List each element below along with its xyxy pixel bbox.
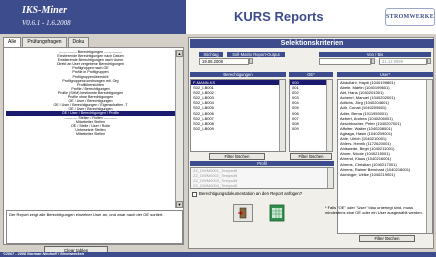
company-logo: STROMWERKE [385, 8, 435, 26]
app-version: V0.6.1 - 1.6.2008 [22, 19, 71, 27]
list-scrollbar[interactable] [279, 80, 285, 151]
filter-clear-button[interactable]: Filter löschen [359, 235, 415, 242]
stichtag-label: Stichtag [199, 52, 223, 57]
oe-label: OE* [289, 72, 333, 77]
app-name: IKS-Miner [22, 5, 68, 16]
profile-list[interactable]: ZZ_DWM0001_Testprofil ZZ_DWM0002_Testprof… [190, 167, 334, 189]
excel-icon [269, 204, 285, 222]
oe-list[interactable]: 000 001 002 003 004 005 006 007 008 009 [289, 79, 333, 152]
report-header: KURS Reports STROMWERKE [186, 0, 436, 34]
matrix-output-toggle[interactable]: Soll-Matrix Report-Output [227, 52, 285, 57]
doc-attach-checkbox[interactable] [192, 191, 197, 197]
report-list[interactable]: --------------- Berechtigungen ---------… [6, 50, 175, 208]
von-field[interactable] [319, 58, 371, 65]
doc-attach-label: Berechtigungsdokumentation an den Report… [199, 191, 303, 196]
report-description: Der Report zeigt alle Berechtigungen ein… [6, 210, 183, 244]
calendar-icon[interactable] [371, 58, 375, 64]
calendar-icon[interactable] [427, 58, 431, 64]
selection-criteria-panel: Selektionskriterien Stichtag Soll-Matrix… [188, 37, 434, 249]
profil-label: Profil [190, 161, 334, 166]
app-header: IKS-Miner V0.6.1 - 1.6.2008 [0, 0, 186, 34]
stichtag-field[interactable]: 19.08.2008 [199, 58, 249, 65]
report-selection-panel: --------------- Berechtigungen ---------… [3, 47, 184, 245]
report-list-item[interactable]: Mitarbeiter Stellen [6, 132, 175, 136]
section-title: Selektionskriterien [190, 39, 434, 48]
list-scrollbar[interactable] [327, 168, 333, 188]
filter-clear-button[interactable]: Filter löschen [290, 153, 332, 160]
tab-doku[interactable]: Doku [67, 37, 90, 47]
calendar-icon[interactable] [249, 58, 253, 64]
doc-attach-option[interactable]: Berechtigungsdokumentation an den Report… [192, 191, 302, 197]
page-title: KURS Reports [234, 9, 324, 24]
list-scrollbar[interactable] [326, 80, 332, 151]
berechtigungen-label: Berechtigungen [190, 72, 286, 77]
filter-clear-button[interactable]: Filter löschen [209, 153, 265, 160]
bis-field[interactable]: 31.12.9999 [379, 58, 427, 65]
user-item[interactable]: Aichinger, Ulrike (1040219001) [338, 172, 432, 177]
door-exit-icon [238, 207, 247, 219]
scroll-up-icon[interactable]: ▲ [176, 50, 183, 57]
report-list-scrollbar[interactable]: ▲ ▼ [175, 50, 183, 208]
von-bis-label: Von / Bis [319, 52, 431, 57]
berechtigung-item[interactable]: S02_LB009 [191, 126, 285, 131]
run-report-button[interactable] [233, 204, 253, 222]
copyright-footer: ©2007 - 2008 Norman Neuhoff / Stromwerke… [0, 252, 436, 257]
scroll-down-icon[interactable]: ▼ [176, 201, 183, 208]
tab-pruefungsfragen[interactable]: Prüfungsfragen [22, 37, 67, 47]
user-label: User* [337, 72, 433, 77]
export-excel-button[interactable] [267, 203, 287, 223]
profile-item[interactable]: ZZ_DWM0005_Testprofil [191, 188, 333, 189]
tab-bar: Alle Prüfungsfragen Doku [3, 37, 90, 48]
logo-text: STROMWERKE [386, 14, 435, 20]
selection-note: * Falls "OE" oder "User" blau unterlegt … [325, 205, 423, 215]
berechtigungen-list[interactable]: F-MANN-KS S02_LB001 S02_LB002 S02_LB003 S02_… [190, 79, 286, 152]
